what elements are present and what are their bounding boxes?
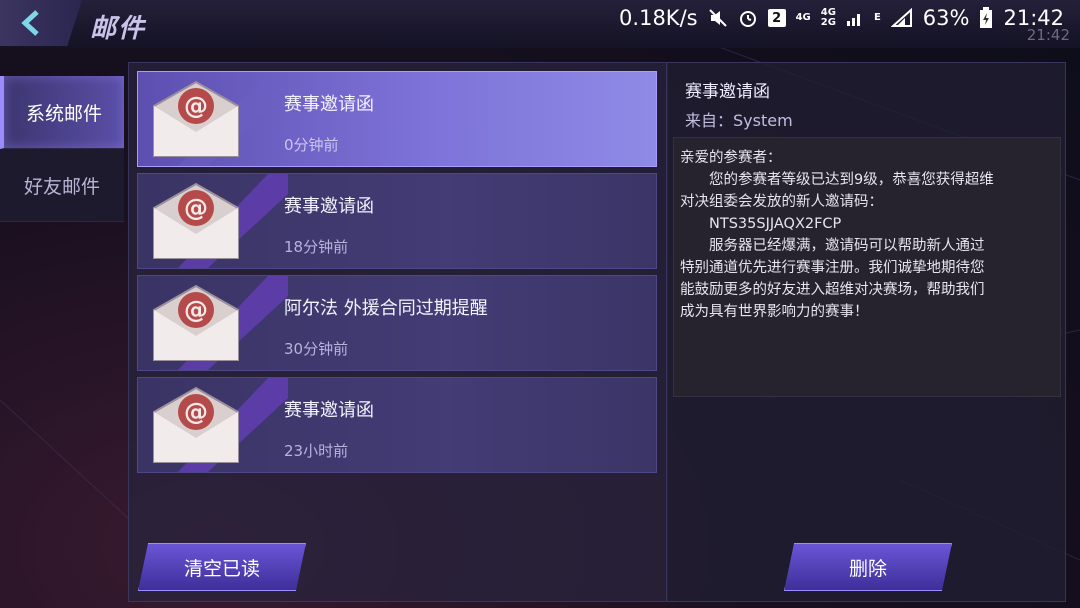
net-speed: 0.18K/s xyxy=(619,6,698,30)
signal-2-sub: 2G xyxy=(820,17,836,28)
body-line: 能鼓励更多的好友进入超维对决赛场，帮助我们 xyxy=(680,282,985,298)
battery-icon xyxy=(979,7,993,29)
alarm-icon xyxy=(738,8,758,28)
notification-badge: 2 xyxy=(767,9,786,27)
tab-friend-mail[interactable]: 好友邮件 xyxy=(0,149,124,222)
body-line: 特别通道优先进行赛事注册。我们诚挚地期待您 xyxy=(680,260,985,276)
signal-2-icon: 4G 2G xyxy=(821,8,836,28)
delete-button[interactable]: 删除 xyxy=(784,543,952,591)
back-button[interactable] xyxy=(0,0,82,46)
body-line: 成为具有世界影响力的赛事！ xyxy=(680,304,869,320)
envelope-icon: @ xyxy=(153,284,239,361)
signal-1-icon: 4G xyxy=(796,13,811,23)
clear-read-button[interactable]: 清空已读 xyxy=(138,543,306,591)
mail-item[interactable]: @ 赛事邀请函 23小时前 xyxy=(137,377,657,473)
tab-label: 好友邮件 xyxy=(23,175,100,198)
signal-strength-icon xyxy=(890,8,913,28)
svg-text:@: @ xyxy=(184,194,208,222)
envelope-icon: @ xyxy=(153,386,239,463)
mail-item[interactable]: @ 赛事邀请函 0分钟前 xyxy=(137,71,657,167)
battery-percent: 63% xyxy=(922,6,970,30)
body-line: 服务器已经爆满，邀请码可以帮助新人通过 xyxy=(680,238,985,254)
mail-title: 阿尔法 外援合同过期提醒 xyxy=(284,298,488,319)
mute-icon xyxy=(708,8,728,28)
status-bar: 0.18K/s 2 4G 4G 2G E 63% 21:42 xyxy=(619,6,1064,30)
mail-time: 0分钟前 xyxy=(284,136,339,154)
mail-title: 赛事邀请函 xyxy=(284,196,374,217)
svg-text:@: @ xyxy=(184,92,208,120)
body-line: 亲爱的参赛者： xyxy=(680,150,782,166)
mail-item[interactable]: @ 阿尔法 外援合同过期提醒 30分钟前 xyxy=(137,275,657,371)
detail-title: 赛事邀请函 xyxy=(685,82,770,102)
envelope-icon: @ xyxy=(153,80,239,157)
mail-detail-panel: 赛事邀请函 来自：System 亲爱的参赛者： 您的参赛者等级已达到9级，恭喜您… xyxy=(666,62,1066,602)
detail-body: 亲爱的参赛者： 您的参赛者等级已达到9级，恭喜您获得超维 对决组委会发放的新人邀… xyxy=(673,137,1061,397)
mail-item[interactable]: @ 赛事邀请函 18分钟前 xyxy=(137,173,657,269)
body-line: 对决组委会发放的新人邀请码： xyxy=(680,194,883,210)
svg-text:@: @ xyxy=(184,398,208,426)
mail-title: 赛事邀请函 xyxy=(284,400,374,421)
back-arrow-icon xyxy=(21,10,39,36)
tab-system-mail[interactable]: 系统邮件 xyxy=(0,76,124,149)
mail-title: 赛事邀请函 xyxy=(284,94,374,115)
page-title: 邮件 xyxy=(90,14,147,44)
mail-time: 18分钟前 xyxy=(284,238,349,256)
signal-1-type: 4G xyxy=(795,12,811,23)
mail-list-panel: @ 赛事邀请函 0分钟前 @ 赛事邀请函 18分钟前 @ 阿尔法 外援合同过期提… xyxy=(128,62,668,602)
invite-code: NTS35SJJAQX2FCP xyxy=(680,216,842,232)
ghost-clock: 21:42 xyxy=(1026,26,1070,44)
detail-sender: 来自：System xyxy=(685,111,793,130)
mail-time: 30分钟前 xyxy=(284,340,349,358)
mail-category-tabs: 系统邮件 好友邮件 xyxy=(0,76,124,222)
mail-time: 23小时前 xyxy=(284,442,349,460)
tab-label: 系统邮件 xyxy=(25,102,102,125)
signal-bars-icon xyxy=(846,9,864,27)
top-bar: 邮件 0.18K/s 2 4G 4G 2G E 63% 21:42 21:42 xyxy=(0,0,1080,48)
svg-text:@: @ xyxy=(184,296,208,324)
envelope-icon: @ xyxy=(153,182,239,259)
network-e-label: E xyxy=(873,12,881,23)
body-line: 您的参赛者等级已达到9级，恭喜您获得超维 xyxy=(680,172,994,188)
